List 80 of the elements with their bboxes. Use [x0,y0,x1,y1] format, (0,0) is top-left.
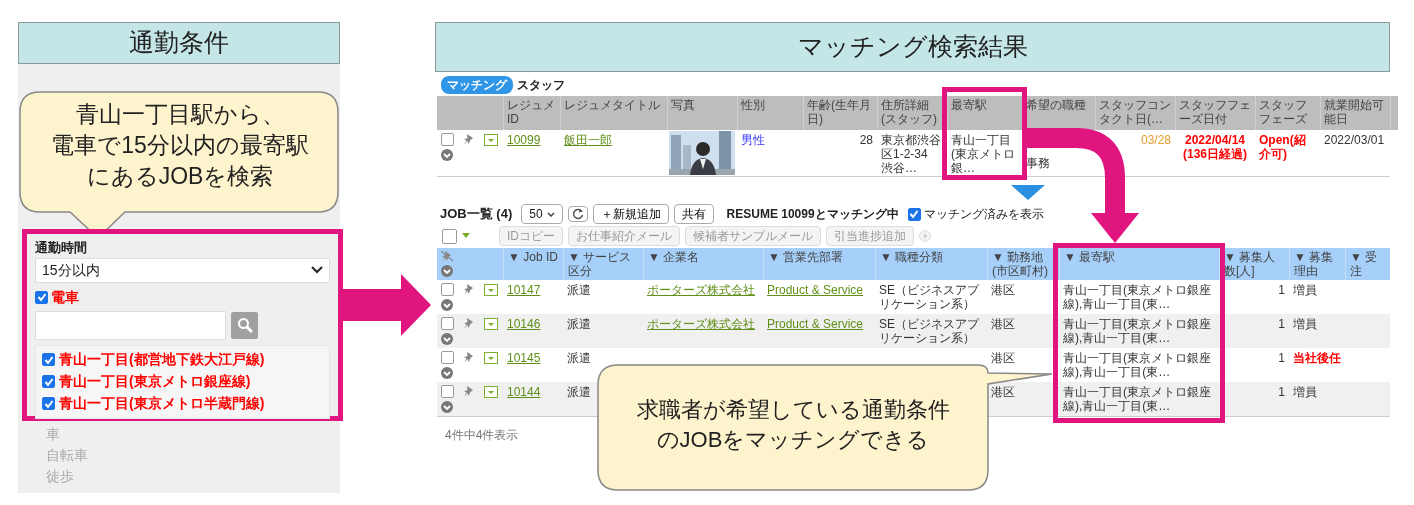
table-cell[interactable]: Product & Service [763,314,875,348]
column-header: 就業開始可能日 [1320,96,1390,130]
checkbox-label: 自転車 [46,446,88,465]
select-field[interactable]: 50 [521,204,563,224]
table-cell[interactable]: 10099 [503,130,560,176]
table-cell-text: 事務 [1025,155,1051,172]
section-title: JOB一覧 (4) [440,205,513,224]
panel-title: 通勤条件 [18,22,340,64]
table-cell-text: SE（ビジネスアプリケーション系） [878,282,981,313]
callout-text: 青山一丁目駅から、 電車で15分以内の最寄駅 にあるJOBを検索 [51,100,309,191]
section-title: スタッフ [517,77,565,94]
table-cell-text: 1 [1277,282,1286,299]
table-cell-text: 男性 [740,132,766,149]
table-cell: 1 [1219,382,1289,416]
checkbox-label: マッチング済みを表示 [923,206,1044,223]
table-cell[interactable]: 10146 [503,314,563,348]
column-header[interactable]: ▼ 勤務地(市区町村) [987,248,1059,280]
select-field[interactable]: 15分以内 [35,257,330,283]
column-header[interactable]: ▼ 受注 [1345,248,1390,280]
table-cell-text: 派遣 [566,282,592,299]
status-text: RESUME 10099とマッチング中 [726,206,899,223]
table-cell[interactable]: 10144 [503,382,563,416]
table-cell-text: 青山一丁目(東京メトロ銀… [950,132,1016,176]
table-cell-text: 当社後任 [1292,350,1342,367]
column-header[interactable]: ▼ 職種分類 [875,248,987,280]
table-cell[interactable]: 10145 [503,348,563,382]
table-cell-text: 28 [858,132,874,149]
checkbox-label: 徒歩 [46,467,74,486]
table-cell: 青山一丁目(東京メトロ銀座線),青山一丁目(東… [1059,382,1219,416]
column-header[interactable]: ▼ Job ID [503,248,563,280]
table-cell-text: 03/28 [1139,132,1172,149]
table-cell: 増員 [1289,382,1345,416]
table-cell-text: 港区 [990,282,1016,299]
field-label: 通勤時間 [35,239,88,257]
table-cell-text: 1 [1277,350,1286,367]
checkbox-label: 車 [46,425,60,444]
table-cell: 派遣 [563,314,643,348]
table-cell[interactable]: Product & Service [763,280,875,314]
footer-text: 4件中4件表示 [445,427,519,444]
table-cell: SE（ビジネスアプリケーション系） [875,314,987,348]
column-header[interactable]: ▼ 営業先部署 [763,248,875,280]
column-header: 性別 [737,96,803,130]
column-header: 写真 [667,96,737,130]
checkbox-label: 青山一丁目(都営地下鉄大江戸線) [59,350,265,369]
column-header[interactable]: ▼ サービス区分 [563,248,643,280]
column-header: スタッフフェーズ日付 [1175,96,1255,130]
table-cell[interactable]: 10147 [503,280,563,314]
table-cell-text: 青山一丁目(東京メトロ銀座線),青山一丁目(東… [1062,350,1212,381]
column-header[interactable]: ▼ 募集理由 [1289,248,1345,280]
column-header: スタッフフェーズ [1255,96,1320,130]
tag: マッチング [441,76,513,94]
table-cell-text: 東京都渋谷区1-2-34 渋谷… [880,132,942,176]
column-header: 最寄駅 [947,96,1022,130]
table-cell: 港区 [987,314,1059,348]
checkbox-label: 電車 [51,287,79,307]
panel-title: マッチング検索結果 [435,22,1390,72]
checkbox-label: 青山一丁目(東京メトロ半蔵門線) [59,394,265,413]
table-cell: 青山一丁目(東京メトロ銀座線),青山一丁目(東… [1059,314,1219,348]
column-header: スタッフコンタクト日(… [1095,96,1175,130]
add-button[interactable]: ＋新規追加 [592,204,669,224]
table-cell[interactable]: ポーターズ株式会社 [643,280,763,314]
table-cell: 増員 [1289,314,1345,348]
table-cell-text: 派遣 [566,350,592,367]
table-cell-text: 増員 [1292,282,1318,299]
column-header[interactable]: ▼ 最寄駅 [1059,248,1219,280]
share-button[interactable]: 共有 [673,204,714,224]
column-header: 年齢(生年月日) [803,96,877,130]
table-cell[interactable]: ポーターズ株式会社 [643,314,763,348]
table-cell[interactable]: 飯田一郎 [560,130,667,176]
column-header[interactable]: ▼ 企業名 [643,248,763,280]
checkbox-label: 青山一丁目(東京メトロ銀座線) [59,372,251,391]
column-header[interactable]: ▼ 募集人数[人] [1219,248,1289,280]
table-cell-text: 2022/03/01 [1323,132,1386,149]
table-cell-text: 港区 [990,350,1016,367]
column-header: レジュメID [503,96,560,130]
table-cell: 1 [1219,314,1289,348]
table-cell-text: 青山一丁目(東京メトロ銀座線),青山一丁目(東… [1062,282,1212,313]
table-cell-text: Open(紹介可) [1258,132,1307,163]
column-header: レジュメタイトル [560,96,667,130]
table-cell-text: 2022/04/14 (136日経過) [1182,132,1248,163]
